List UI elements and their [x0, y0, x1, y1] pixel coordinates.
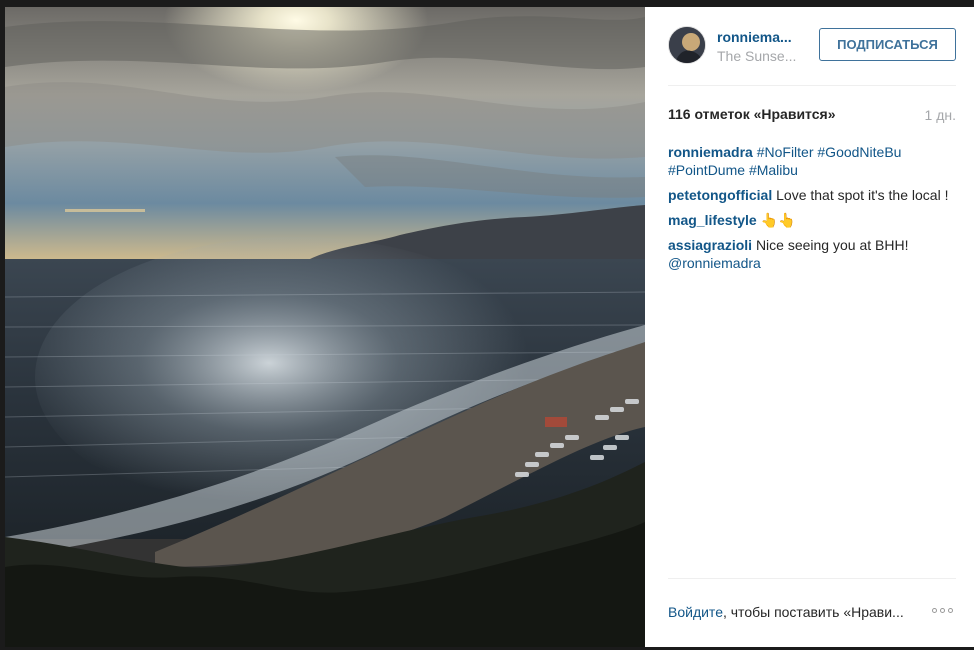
- hashtag-goodnitebu[interactable]: #GoodNiteBu: [817, 144, 901, 160]
- post-username[interactable]: ronniema...: [717, 29, 792, 45]
- post-details-panel: ronniema... The Sunse... ПОДПИСАТЬСЯ 116…: [645, 7, 974, 647]
- post-timestamp[interactable]: 1 дн.: [925, 107, 956, 123]
- post-photo[interactable]: [5, 7, 645, 647]
- hashtag-nofilter[interactable]: #NoFilter: [757, 144, 814, 160]
- more-options-icon[interactable]: [932, 608, 953, 613]
- likes-count[interactable]: 116 отметок «Нравится»: [668, 106, 835, 122]
- comment-text: 👆👆: [760, 212, 796, 228]
- list-item: assiagrazioli Nice seeing you at BHH! @r…: [668, 236, 960, 272]
- hashtag-malibu[interactable]: #Malibu: [749, 162, 798, 178]
- avatar[interactable]: [668, 26, 706, 64]
- comment-username[interactable]: petetongofficial: [668, 187, 772, 203]
- comment-text: Nice seeing you at BHH!: [755, 237, 909, 253]
- post-location[interactable]: The Sunse...: [717, 48, 796, 64]
- sunset-beach-photo: [5, 7, 645, 647]
- follow-button[interactable]: ПОДПИСАТЬСЯ: [819, 28, 956, 61]
- login-link[interactable]: Войдите: [668, 604, 723, 620]
- comment-username[interactable]: mag_lifestyle: [668, 212, 757, 228]
- comment-username[interactable]: assiagrazioli: [668, 237, 752, 253]
- comment-text: Love that spot it's the local !: [776, 187, 949, 203]
- login-prompt-text: , чтобы поставить «Нрави...: [722, 604, 904, 620]
- comments-list: ronniemadra #NoFilter #GoodNiteBu #Point…: [668, 143, 960, 279]
- comment-mention[interactable]: @ronniemadra: [668, 255, 761, 271]
- hashtag-pointdume[interactable]: #PointDume: [668, 162, 745, 178]
- header-divider: [668, 85, 956, 86]
- caption: ronniemadra #NoFilter #GoodNiteBu #Point…: [668, 143, 960, 179]
- post-header: ronniema... The Sunse... ПОДПИСАТЬСЯ: [645, 7, 974, 85]
- list-item: petetongofficial Love that spot it's the…: [668, 186, 960, 204]
- avatar-image: [669, 27, 705, 63]
- list-item: mag_lifestyle 👆👆: [668, 211, 960, 229]
- caption-username[interactable]: ronniemadra: [668, 144, 753, 160]
- footer-divider: [668, 578, 956, 579]
- login-prompt: Войдите, чтобы поставить «Нрави...: [668, 604, 974, 620]
